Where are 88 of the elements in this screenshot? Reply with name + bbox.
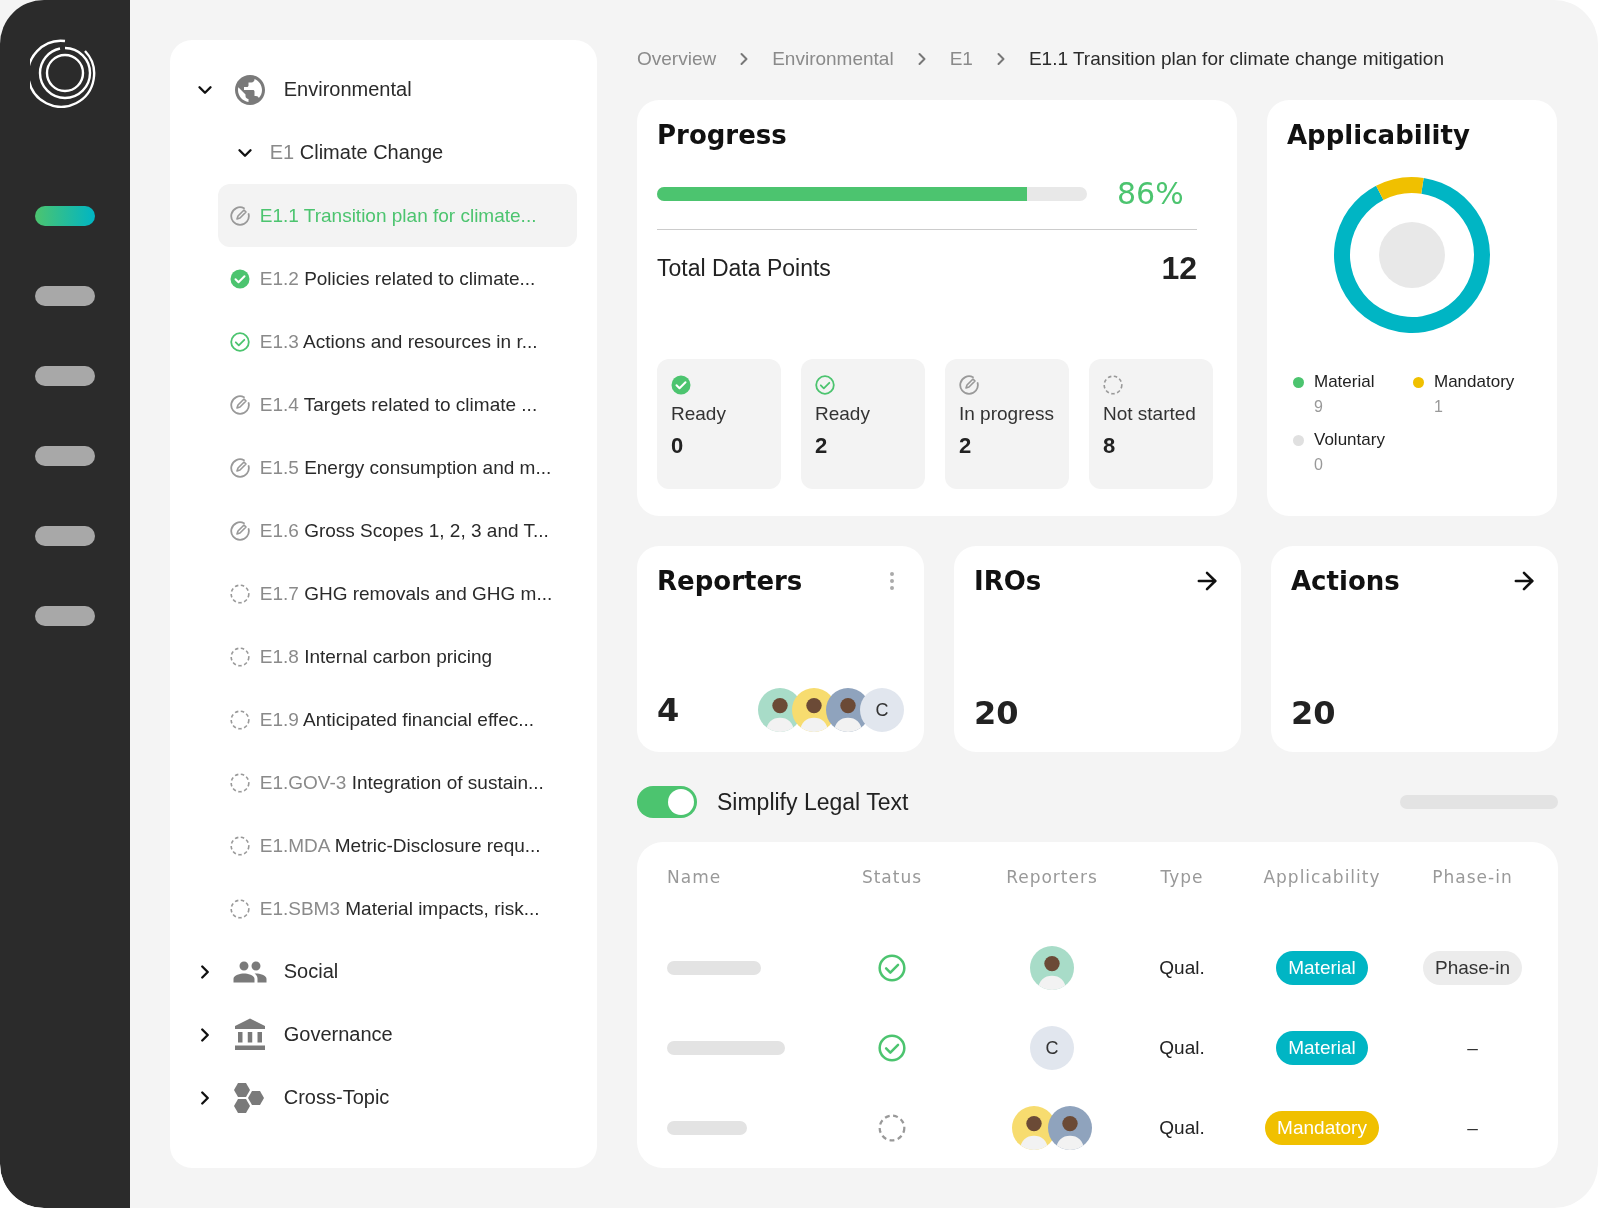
tree-item[interactable]: E1 Climate Change <box>269 141 444 164</box>
check-circle-icon <box>878 1034 906 1062</box>
table-cell: Qual. <box>1159 1037 1205 1059</box>
table-cell: – <box>1467 1037 1478 1059</box>
column-header: Applicability <box>1263 867 1381 887</box>
tree-item[interactable]: E1.2 Policies related to climate... <box>217 247 577 310</box>
pencil-circle-icon <box>229 520 250 541</box>
link-card[interactable]: Actions 20 <box>1271 546 1558 752</box>
applicability-tag: Mandatory <box>1265 1111 1379 1145</box>
pencil-circle-icon <box>229 457 250 478</box>
legend-label: Mandatory <box>1434 372 1515 392</box>
applicability-tag: Material <box>1276 1031 1368 1065</box>
tree-item[interactable]: E1.9 Anticipated financial effec... <box>217 688 577 751</box>
pencil-circle-icon <box>959 375 979 395</box>
dashed-circle-icon <box>229 772 250 793</box>
total-label: Total Data Points <box>657 255 831 282</box>
tile-label: Ready <box>671 403 727 425</box>
tile-label: Not started <box>1103 403 1197 425</box>
nav-item[interactable] <box>34 526 95 546</box>
tile-label: Ready <box>815 403 871 425</box>
pencil-circle-icon <box>229 205 250 226</box>
nav-item[interactable] <box>34 206 95 226</box>
tree-item[interactable]: E1.3 Actions and resources in r... <box>217 310 577 373</box>
check-filled-icon <box>229 268 250 289</box>
legend-label: Material <box>1314 372 1375 392</box>
dashed-circle-icon <box>229 898 250 919</box>
tree-item[interactable]: E1.8 Internal carbon pricing <box>217 625 577 688</box>
check-circle-icon <box>229 331 250 352</box>
tile-count: 0 <box>671 433 685 459</box>
tile-count: 8 <box>1103 433 1117 459</box>
tree-item[interactable]: E1.6 Gross Scopes 1, 2, 3 and T... <box>217 499 577 562</box>
nav-item[interactable] <box>34 606 95 626</box>
table-cell: Qual. <box>1159 957 1205 979</box>
dashed-circle-icon <box>878 1114 906 1142</box>
tile-count: 2 <box>815 433 829 459</box>
phase-in-tag: Phase-in <box>1423 951 1522 985</box>
tree-item[interactable]: E1.5 Energy consumption and m... <box>217 436 577 499</box>
tree-item[interactable]: E1.GOV-3 Integration of sustain... <box>217 751 577 814</box>
card-title: Progress <box>657 120 788 150</box>
column-header: Reporters <box>1006 867 1098 887</box>
reporters-count: 4 <box>657 691 680 729</box>
nav-item[interactable] <box>34 286 95 306</box>
tile-label: In progress <box>959 403 1055 425</box>
avatar-initial: C <box>860 688 904 732</box>
nav-item[interactable] <box>34 366 95 386</box>
dashed-circle-icon <box>229 709 250 730</box>
check-circle-icon <box>878 954 906 982</box>
avatar-initial: C <box>1030 1026 1074 1070</box>
link-card[interactable]: IROs 20 <box>954 546 1241 752</box>
dashed-circle-icon <box>229 646 250 667</box>
applicability-tag: Material <box>1276 951 1368 985</box>
total-value: 12 <box>1161 250 1197 287</box>
card-count: 20 <box>1291 694 1337 732</box>
check-circle-icon <box>815 375 835 395</box>
card-title: Actions <box>1291 566 1400 596</box>
tree-item[interactable]: E1.7 GHG removals and GHG m... <box>217 562 577 625</box>
card-title: IROs <box>974 566 1042 596</box>
table-cell: Qual. <box>1159 1117 1205 1139</box>
legend-label: Voluntary <box>1314 430 1385 450</box>
tree-item[interactable]: Governance <box>283 1023 393 1046</box>
card-title: Applicability <box>1287 120 1471 150</box>
table-cell: – <box>1467 1117 1478 1139</box>
tree-item[interactable]: Cross-Topic <box>283 1086 390 1109</box>
dashed-circle-icon <box>1103 375 1123 395</box>
tile-count: 2 <box>959 433 973 459</box>
progress-percent: 86% <box>1117 176 1184 211</box>
tree-item[interactable]: Social <box>283 960 339 983</box>
column-header: Name <box>667 867 722 887</box>
legend-count: 9 <box>1313 398 1324 416</box>
tree-item[interactable]: E1.4 Targets related to climate ... <box>217 373 577 436</box>
legend-count: 0 <box>1313 456 1324 474</box>
dashed-circle-icon <box>229 835 250 856</box>
breadcrumb-link[interactable]: E1.1 Transition plan for climate change mitigation <box>1028 48 1444 70</box>
toggle-switch[interactable] <box>637 786 697 818</box>
column-header: Status <box>861 867 923 887</box>
card-title: Reporters <box>657 566 803 596</box>
column-header: Type <box>1160 867 1204 887</box>
legend-count: 1 <box>1433 398 1444 416</box>
pencil-circle-icon <box>229 394 250 415</box>
tree-item[interactable]: Environmental <box>283 78 412 101</box>
check-filled-icon <box>671 375 691 395</box>
tree-item[interactable]: E1.MDA Metric-Disclosure requ... <box>217 814 577 877</box>
card-count: 20 <box>974 694 1020 732</box>
toggle-label: Simplify Legal Text <box>717 788 909 816</box>
dashed-circle-icon <box>229 583 250 604</box>
tree-item[interactable]: E1.SBM3 Material impacts, risk... <box>217 877 577 940</box>
column-header: Phase-in <box>1432 867 1513 887</box>
nav-item[interactable] <box>34 446 95 466</box>
